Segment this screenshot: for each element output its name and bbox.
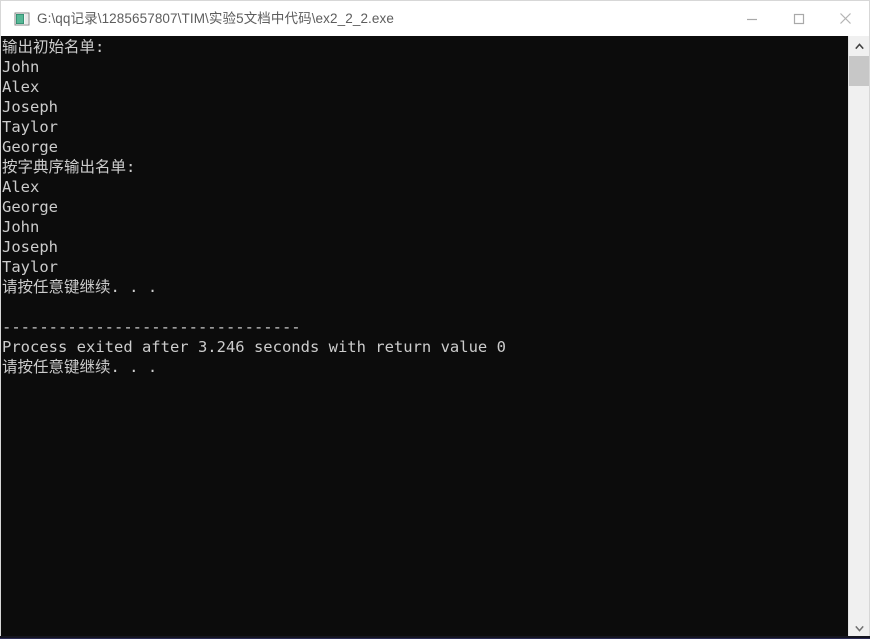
- console-scrollbar[interactable]: [848, 36, 869, 638]
- window-controls: [728, 1, 869, 36]
- chevron-down-icon: [854, 625, 864, 632]
- close-button[interactable]: [822, 1, 869, 36]
- window-title: G:\qq记录\1285657807\TIM\实验5文档中代码\ex2_2_2.…: [37, 10, 394, 26]
- minimize-button[interactable]: [728, 1, 775, 36]
- maximize-icon: [793, 13, 804, 24]
- console-output-text: 输出初始名单: John Alex Joseph Taylor George 按…: [2, 38, 506, 376]
- maximize-button[interactable]: [775, 1, 822, 36]
- title-bar[interactable]: G:\qq记录\1285657807\TIM\实验5文档中代码\ex2_2_2.…: [0, 0, 870, 36]
- scrollbar-thumb[interactable]: [849, 56, 869, 86]
- scroll-up-button[interactable]: [849, 36, 869, 56]
- console-output-area[interactable]: 输出初始名单: John Alex Joseph Taylor George 按…: [0, 36, 870, 639]
- console-window: G:\qq记录\1285657807\TIM\实验5文档中代码\ex2_2_2.…: [0, 0, 870, 639]
- minimize-icon: [746, 18, 757, 20]
- console-window-icon: [14, 11, 30, 27]
- scroll-down-button[interactable]: [849, 618, 869, 638]
- close-icon: [840, 13, 851, 24]
- chevron-up-icon: [854, 42, 864, 49]
